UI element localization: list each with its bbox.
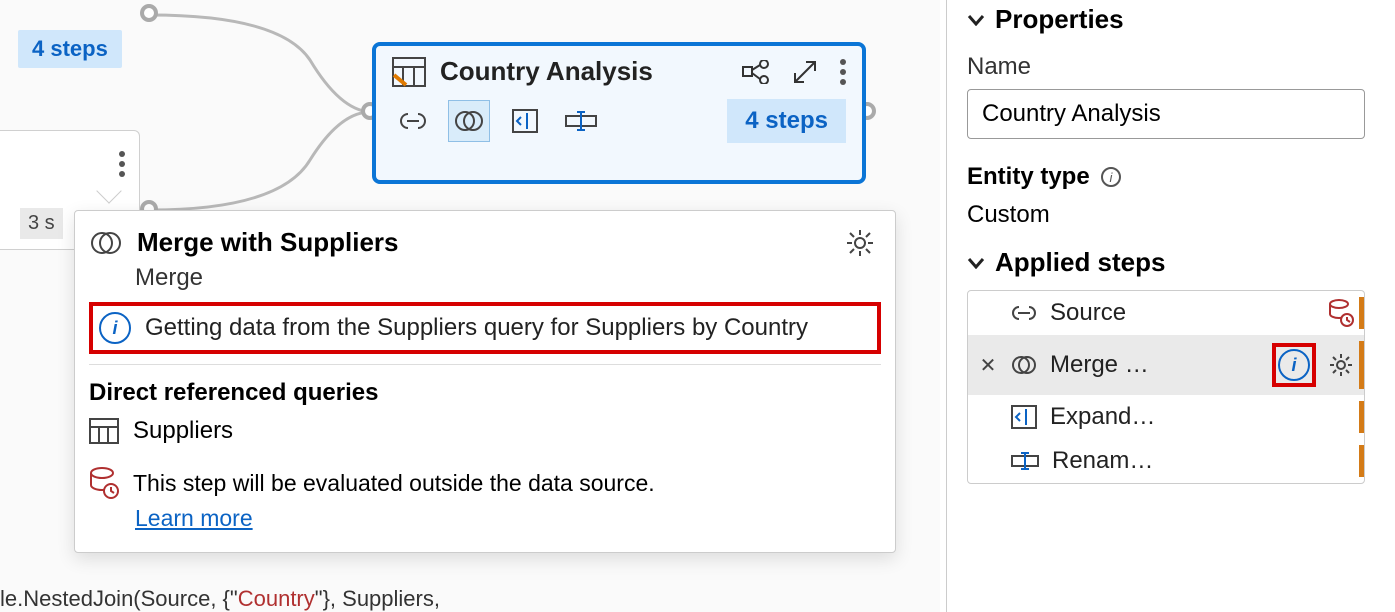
step-label: Source bbox=[1050, 299, 1316, 327]
node-title: Country Analysis bbox=[440, 56, 742, 87]
formula-bar-fragment: le.NestedJoin(Source, {"Country"}, Suppl… bbox=[0, 586, 440, 612]
step-indicator-bar bbox=[1359, 445, 1364, 477]
applied-steps-title: Applied steps bbox=[995, 247, 1165, 278]
step-label: Merge … bbox=[1050, 351, 1260, 379]
merge-icon bbox=[89, 231, 123, 255]
step-merge[interactable]: ✕ Merge … i bbox=[968, 335, 1364, 395]
step-label: Renam… bbox=[1052, 447, 1354, 475]
properties-panel: Properties Name Entity type i Custom App… bbox=[946, 0, 1395, 612]
share-icon[interactable] bbox=[742, 60, 770, 84]
step-rename[interactable]: ✕ Renam… bbox=[968, 439, 1364, 483]
steps-badge-partial: 3 s bbox=[20, 208, 63, 239]
referenced-queries-title: Direct referenced queries bbox=[75, 379, 895, 415]
rename-step-icon[interactable] bbox=[560, 100, 602, 142]
query-node-country-analysis[interactable]: Country Analysis 4 steps bbox=[372, 42, 866, 184]
gear-icon[interactable] bbox=[845, 228, 875, 258]
expand-column-icon bbox=[1010, 404, 1038, 430]
merge-icon bbox=[1010, 355, 1038, 375]
referenced-query-name[interactable]: Suppliers bbox=[133, 417, 233, 445]
info-icon[interactable]: i bbox=[1278, 349, 1310, 381]
more-icon[interactable] bbox=[840, 59, 846, 85]
step-expand[interactable]: ✕ Expand… bbox=[968, 395, 1364, 439]
tooltip-info-highlight: i Getting data from the Suppliers query … bbox=[89, 302, 881, 354]
merge-step-icon[interactable] bbox=[448, 100, 490, 142]
table-icon bbox=[89, 418, 119, 444]
database-clock-icon bbox=[1328, 299, 1354, 327]
connection-dot bbox=[140, 4, 158, 22]
chevron-down-icon bbox=[967, 14, 985, 26]
info-icon: i bbox=[99, 312, 131, 344]
gear-icon[interactable] bbox=[1328, 352, 1354, 378]
diagram-canvas[interactable]: 4 steps 3 s Country Analysis bbox=[0, 0, 940, 612]
tooltip-info-text: Getting data from the Suppliers query fo… bbox=[145, 314, 808, 342]
steps-badge: 4 steps bbox=[18, 30, 122, 68]
eval-note: This step will be evaluated outside the … bbox=[133, 470, 655, 497]
entity-type-label: Entity type bbox=[967, 163, 1090, 191]
properties-collapser[interactable]: Properties bbox=[967, 4, 1385, 35]
learn-more-link[interactable]: Learn more bbox=[135, 505, 253, 531]
svg-text:i: i bbox=[1109, 170, 1113, 185]
step-label: Expand… bbox=[1050, 403, 1354, 431]
info-highlight: i bbox=[1272, 343, 1316, 387]
step-indicator-bar bbox=[1359, 341, 1364, 389]
expand-column-step-icon[interactable] bbox=[504, 100, 546, 142]
applied-steps-collapser[interactable]: Applied steps bbox=[967, 247, 1385, 278]
chevron-down-icon bbox=[967, 257, 985, 269]
more-icon[interactable] bbox=[119, 151, 125, 177]
name-input[interactable] bbox=[967, 89, 1365, 139]
properties-title: Properties bbox=[995, 4, 1124, 35]
tooltip-title: Merge with Suppliers bbox=[137, 227, 845, 258]
delete-step-button[interactable]: ✕ bbox=[978, 353, 998, 378]
rename-icon bbox=[1010, 451, 1040, 471]
step-indicator-bar bbox=[1359, 297, 1364, 329]
step-indicator-bar bbox=[1359, 401, 1364, 433]
link-icon bbox=[1010, 305, 1038, 321]
link-step-icon[interactable] bbox=[392, 100, 434, 142]
table-icon bbox=[392, 57, 426, 87]
name-label: Name bbox=[967, 53, 1385, 81]
step-tooltip: Merge with Suppliers Merge i Getting dat… bbox=[74, 210, 896, 553]
step-source[interactable]: ✕ Source bbox=[968, 291, 1364, 335]
database-clock-icon bbox=[89, 467, 119, 499]
steps-badge: 4 steps bbox=[727, 99, 846, 143]
tooltip-subtitle: Merge bbox=[75, 262, 895, 296]
entity-type-value: Custom bbox=[967, 201, 1385, 229]
expand-icon[interactable] bbox=[792, 59, 818, 85]
divider bbox=[89, 364, 881, 365]
info-icon[interactable]: i bbox=[1100, 166, 1122, 188]
applied-steps-list: ✕ Source ✕ Merge … i ✕ Expand… bbox=[967, 290, 1365, 484]
